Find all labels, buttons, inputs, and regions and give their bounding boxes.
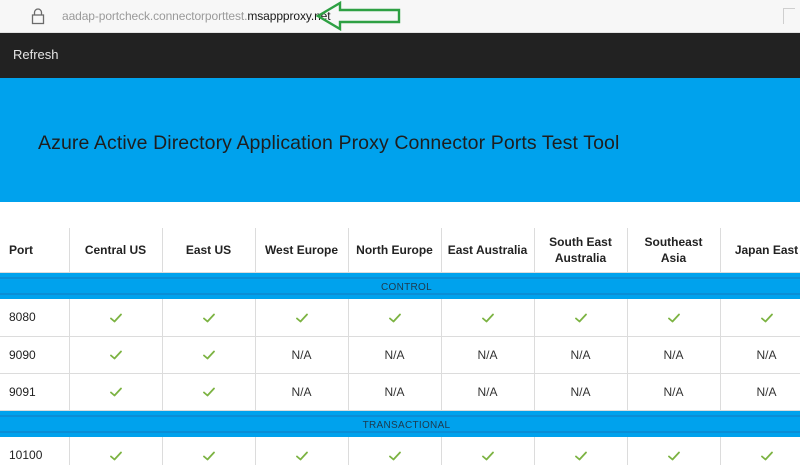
status-cell: N/A (348, 336, 442, 374)
checkmark-icon (295, 313, 308, 323)
status-cell (255, 437, 349, 465)
checkmark-icon (574, 313, 587, 323)
checkmark-icon (481, 313, 494, 323)
status-cell (69, 299, 163, 337)
status-cell (441, 437, 535, 465)
status-cell (627, 437, 721, 465)
section-label: TRANSACTIONAL (362, 419, 451, 431)
address-bar[interactable]: aadap-portcheck.connectorporttest.msappp… (0, 0, 800, 33)
url-subdomain: aadap-portcheck.connectorporttest. (62, 9, 248, 23)
status-cell (162, 336, 256, 374)
table-row: 10100 (0, 437, 800, 465)
status-cell: N/A (627, 336, 721, 374)
checkmark-icon (109, 350, 122, 360)
checkmark-icon (388, 313, 401, 323)
checkmark-icon (760, 313, 773, 323)
section-header-row: TRANSACTIONAL (0, 410, 800, 437)
na-text: N/A (756, 347, 777, 362)
na-text: N/A (384, 384, 405, 399)
lock-icon (31, 8, 45, 25)
checkmark-icon (109, 313, 122, 323)
na-text: N/A (384, 347, 405, 362)
status-cell (627, 299, 721, 337)
refresh-link[interactable]: Refresh (13, 47, 59, 62)
table-body: CONTROL 8080 9090 N/A N/A N/A N/A N/A N/A 9091 N/A… (0, 271, 800, 465)
checkmark-icon (667, 313, 680, 323)
section-header-row: CONTROL (0, 271, 800, 299)
table-header-row: Port Central US East US West Europe Nort… (0, 228, 800, 272)
checkmark-icon (202, 451, 215, 461)
status-cell (720, 299, 800, 337)
port-cell: 9091 (0, 373, 70, 411)
checkmark-icon (295, 451, 308, 461)
page-title: Azure Active Directory Application Proxy… (38, 132, 620, 154)
header-east-australia: East Australia (441, 228, 535, 272)
checkmark-icon (388, 451, 401, 461)
ports-table: Port Central US East US West Europe Nort… (0, 228, 800, 465)
na-text: N/A (477, 384, 498, 399)
tab-edge (783, 8, 795, 24)
header-south-east-australia: South East Australia (534, 228, 628, 272)
na-text: N/A (477, 347, 498, 362)
checkmark-icon (667, 451, 680, 461)
port-cell: 9090 (0, 336, 70, 374)
na-text: N/A (570, 384, 591, 399)
ports-table-container: Port Central US East US West Europe Nort… (0, 228, 800, 465)
url-text[interactable]: aadap-portcheck.connectorporttest.msappp… (62, 9, 331, 23)
header-southeast-asia: Southeast Asia (627, 228, 721, 272)
status-cell (162, 299, 256, 337)
header-japan-east: Japan East (720, 228, 800, 272)
header-east-us: East US (162, 228, 256, 272)
status-cell: N/A (534, 336, 628, 374)
header-west-europe: West Europe (255, 228, 349, 272)
annotation-arrow-icon (316, 1, 401, 31)
status-cell (441, 299, 535, 337)
table-row: 9090 N/A N/A N/A N/A N/A N/A (0, 336, 800, 374)
port-cell: 10100 (0, 437, 70, 465)
status-cell: N/A (348, 373, 442, 411)
status-cell: N/A (720, 336, 800, 374)
na-text: N/A (291, 347, 312, 362)
status-cell: N/A (441, 336, 535, 374)
checkmark-icon (202, 350, 215, 360)
na-text: N/A (663, 384, 684, 399)
hero-banner: Azure Active Directory Application Proxy… (0, 78, 800, 202)
table-row: 8080 (0, 299, 800, 337)
header-north-europe: North Europe (348, 228, 442, 272)
status-cell (69, 437, 163, 465)
na-text: N/A (756, 384, 777, 399)
checkmark-icon (202, 387, 215, 397)
na-text: N/A (663, 347, 684, 362)
status-cell: N/A (255, 336, 349, 374)
status-cell (534, 299, 628, 337)
status-cell: N/A (534, 373, 628, 411)
checkmark-icon (574, 451, 587, 461)
status-cell: N/A (627, 373, 721, 411)
table-row: 9091 N/A N/A N/A N/A N/A N/A (0, 373, 800, 411)
header-central-us: Central US (69, 228, 163, 272)
status-cell (69, 373, 163, 411)
status-cell (720, 437, 800, 465)
port-cell: 8080 (0, 299, 70, 337)
checkmark-icon (760, 451, 773, 461)
status-cell (534, 437, 628, 465)
na-text: N/A (291, 384, 312, 399)
status-cell (162, 437, 256, 465)
checkmark-icon (202, 313, 215, 323)
checkmark-icon (109, 387, 122, 397)
section-label: CONTROL (381, 281, 432, 293)
status-cell (255, 299, 349, 337)
header-port: Port (0, 228, 70, 272)
status-cell: N/A (255, 373, 349, 411)
status-cell: N/A (720, 373, 800, 411)
checkmark-icon (481, 451, 494, 461)
status-cell (162, 373, 256, 411)
status-cell: N/A (441, 373, 535, 411)
na-text: N/A (570, 347, 591, 362)
status-cell (348, 299, 442, 337)
status-cell (69, 336, 163, 374)
top-navbar: Refresh (0, 33, 800, 78)
status-cell (348, 437, 442, 465)
checkmark-icon (109, 451, 122, 461)
